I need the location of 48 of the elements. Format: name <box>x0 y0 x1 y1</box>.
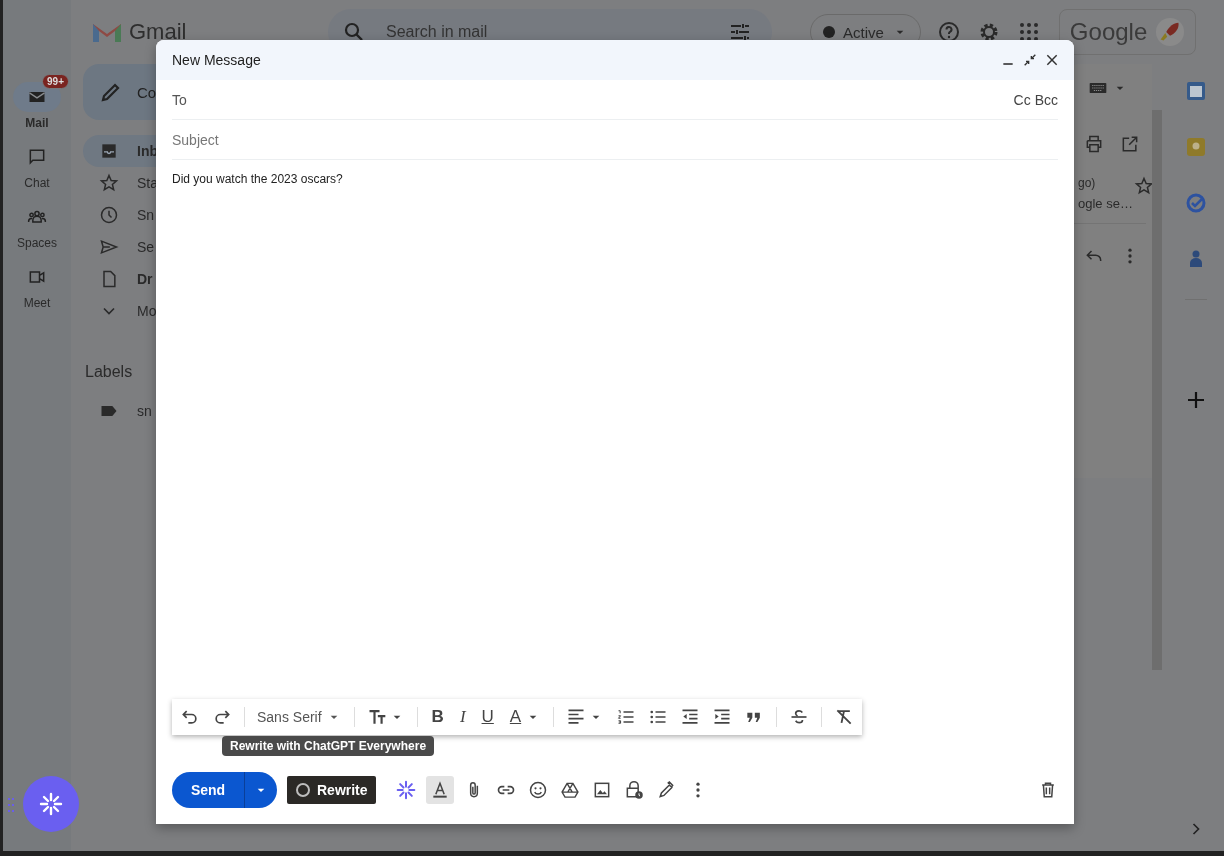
open-in-new-icon[interactable] <box>1120 134 1140 154</box>
check-circle-icon[interactable] <box>1184 191 1208 215</box>
message-snippet: ogle se… <box>1078 196 1130 211</box>
inbox-icon <box>99 141 119 161</box>
exit-fullscreen-icon[interactable] <box>1022 52 1038 68</box>
message-time: go) <box>1078 176 1097 190</box>
text-color-button[interactable]: A <box>507 707 524 727</box>
rewrite-button[interactable]: Rewrite <box>287 776 376 804</box>
star-icon <box>99 173 119 193</box>
search-field[interactable]: Search in mail <box>384 22 710 42</box>
to-field[interactable]: To Cc Bcc <box>172 80 1058 120</box>
star-icon[interactable] <box>1134 176 1154 196</box>
emoji-icon[interactable] <box>527 780 548 800</box>
send-options-button[interactable] <box>244 772 277 808</box>
to-label: To <box>172 91 187 108</box>
tooltip: Rewrite with ChatGPT Everywhere <box>222 736 435 756</box>
cc-link[interactable]: Cc <box>1013 91 1031 108</box>
unread-badge: 99+ <box>42 74 69 89</box>
send-icon <box>99 237 119 257</box>
brand-name: Google <box>1069 18 1148 46</box>
clock-icon <box>99 205 119 225</box>
rocket-avatar-icon <box>1155 17 1186 47</box>
ring-icon <box>295 782 311 798</box>
window-title: New Message <box>172 52 262 68</box>
send-button[interactable]: Send <box>172 772 244 808</box>
labels-heading: Labels <box>84 362 134 382</box>
formatting-options-button[interactable] <box>425 776 454 804</box>
rail-label: Spaces <box>17 236 57 250</box>
align-icon[interactable] <box>566 707 587 727</box>
bold-button[interactable]: B <box>429 707 446 727</box>
sparkle-icon <box>39 792 63 816</box>
chat-icon <box>27 147 47 167</box>
scrollbar[interactable] <box>1152 110 1162 670</box>
italic-button[interactable]: I <box>457 707 468 727</box>
rail-label: Chat <box>24 176 50 190</box>
indent-more-icon[interactable] <box>712 707 733 727</box>
rail-label: Mail <box>25 116 49 130</box>
app-name: Gmail <box>129 19 187 45</box>
indent-less-icon[interactable] <box>680 707 701 727</box>
underline-button[interactable]: U <box>479 707 496 727</box>
numbered-list-icon[interactable] <box>616 707 637 727</box>
font-dropdown[interactable]: Sans Serif <box>257 709 342 725</box>
sparkle-button[interactable] <box>23 776 79 832</box>
rail-label: Meet <box>23 296 51 310</box>
bcc-link[interactable]: Bcc <box>1034 91 1058 108</box>
close-icon[interactable] <box>1044 52 1060 68</box>
sparkle-icon[interactable] <box>395 780 416 800</box>
print-icon[interactable] <box>1084 134 1104 154</box>
